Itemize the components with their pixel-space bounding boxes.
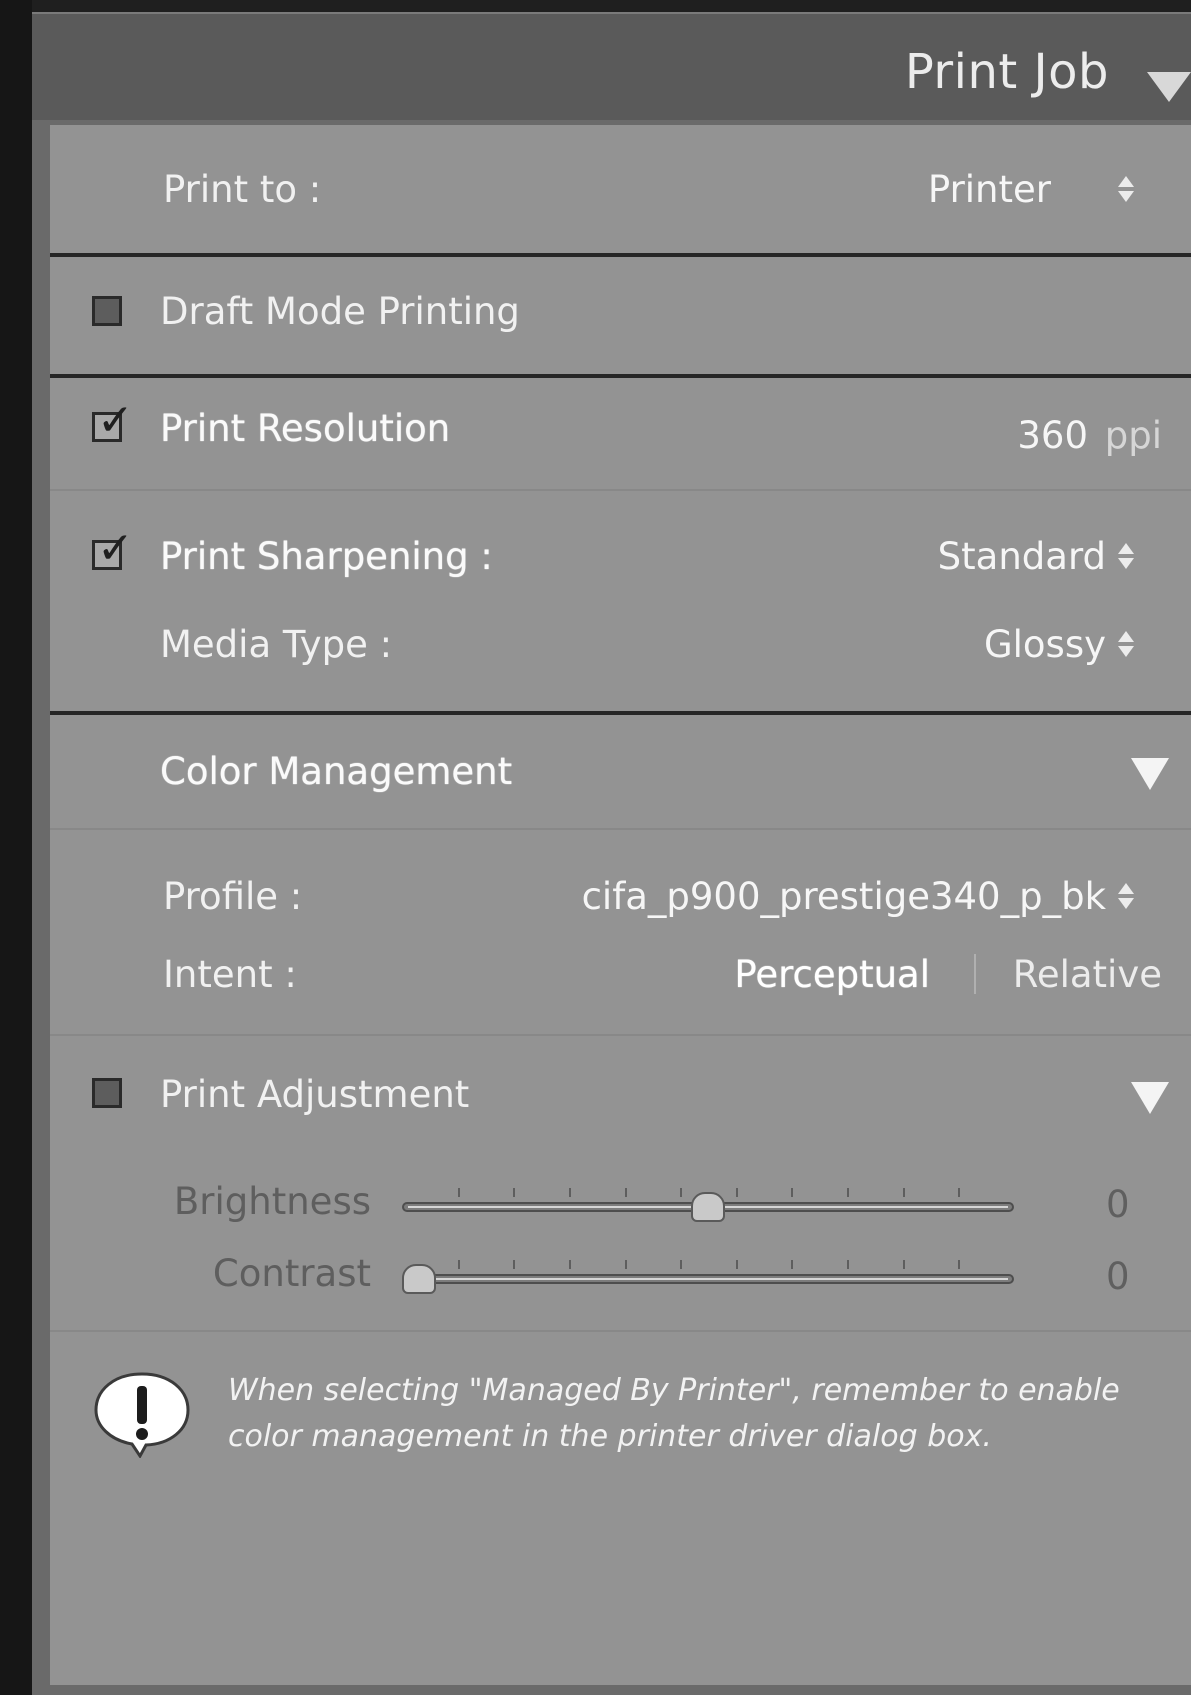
print-to-value: Printer [927, 168, 1051, 211]
panel-left-edge [0, 0, 32, 1695]
print-to-label: Print to : [163, 168, 322, 211]
warning-bubble-icon [92, 1370, 192, 1459]
slider-thumb[interactable] [402, 1264, 436, 1294]
slider-tick [680, 1260, 682, 1269]
collapse-triangle-icon[interactable] [1131, 1082, 1169, 1114]
profile-value[interactable]: cifa_p900_prestige340_p_bk [582, 875, 1106, 918]
divider [50, 828, 1191, 830]
divider [50, 1034, 1191, 1036]
print-job-header[interactable]: Print Job [32, 12, 1191, 120]
slider-tick [791, 1188, 793, 1197]
slider-tick [958, 1188, 960, 1197]
print-sharpening-checkbox[interactable]: ✓ [92, 527, 134, 571]
brightness-label: Brightness [173, 1180, 371, 1223]
checkmark-icon: ✓ [97, 395, 134, 446]
slider-thumb[interactable] [691, 1192, 725, 1222]
media-type-value[interactable]: Glossy [984, 623, 1106, 666]
slider-tick [791, 1260, 793, 1269]
print-resolution-checkbox[interactable]: ✓ [92, 399, 134, 443]
divider [50, 1330, 1191, 1332]
slider-tick [625, 1188, 627, 1197]
updown-arrows-icon[interactable] [1116, 627, 1136, 663]
slider-tick [680, 1188, 682, 1197]
print-adjustment-label: Print Adjustment [160, 1073, 470, 1116]
slider-tick [569, 1260, 571, 1269]
contrast-slider[interactable] [402, 1252, 1014, 1302]
slider-tick [958, 1260, 960, 1269]
print-resolution-label: Print Resolution [160, 407, 451, 450]
collapse-triangle-icon[interactable] [1147, 72, 1191, 102]
slider-tick [513, 1188, 515, 1197]
slider-track [402, 1274, 1014, 1284]
checkmark-icon: ✓ [97, 523, 134, 574]
color-management-title: Color Management [160, 750, 513, 793]
slider-tick [513, 1260, 515, 1269]
updown-arrows-icon[interactable] [1116, 879, 1136, 915]
intent-relative[interactable]: Relative [1013, 953, 1162, 996]
intent-label: Intent : [163, 953, 297, 996]
divider [50, 711, 1191, 715]
slider-tick [625, 1260, 627, 1269]
intent-separator [974, 954, 976, 994]
slider-tick [903, 1188, 905, 1197]
collapse-triangle-icon[interactable] [1131, 758, 1169, 790]
print-sharpening-label: Print Sharpening : [160, 535, 493, 578]
print-adjustment-checkbox[interactable] [92, 1078, 122, 1108]
sharpening-value[interactable]: Standard [938, 535, 1106, 578]
slider-tick [458, 1260, 460, 1269]
slider-tick [847, 1188, 849, 1197]
updown-arrows-icon[interactable] [1116, 539, 1136, 575]
divider [50, 253, 1191, 257]
print-resolution-value[interactable]: 360 [1017, 414, 1088, 457]
updown-arrows-icon[interactable] [1116, 172, 1136, 208]
panel-top-edge [32, 0, 1191, 12]
intent-perceptual[interactable]: Perceptual [734, 953, 930, 996]
slider-tick [458, 1188, 460, 1197]
ppi-unit: ppi [1104, 414, 1162, 457]
slider-tick [847, 1260, 849, 1269]
divider [50, 489, 1191, 491]
draft-mode-checkbox[interactable] [92, 296, 122, 326]
draft-mode-label: Draft Mode Printing [160, 290, 520, 333]
contrast-value: 0 [1106, 1255, 1130, 1298]
panel-title: Print Job [904, 44, 1109, 100]
contrast-label: Contrast [212, 1252, 371, 1295]
slider-tick [903, 1260, 905, 1269]
slider-tick [736, 1188, 738, 1197]
profile-label: Profile : [163, 875, 303, 918]
slider-tick [736, 1260, 738, 1269]
color-management-notice: When selecting "Managed By Printer", rem… [228, 1373, 1120, 1454]
brightness-slider[interactable] [402, 1180, 1014, 1230]
divider [50, 374, 1191, 378]
brightness-value: 0 [1106, 1183, 1130, 1226]
media-type-label: Media Type : [160, 623, 393, 666]
slider-tick [569, 1188, 571, 1197]
